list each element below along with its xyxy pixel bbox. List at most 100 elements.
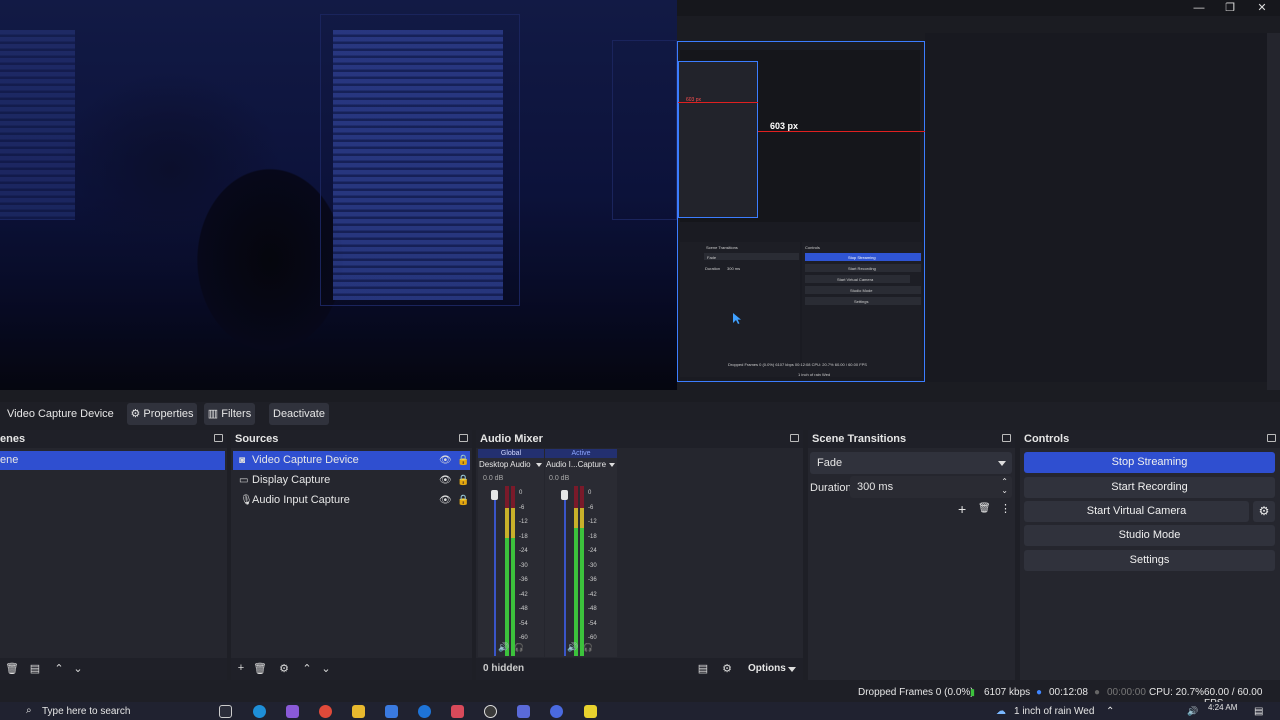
mouse-cursor-icon <box>733 313 741 324</box>
studio-mode-button[interactable]: Studio Mode <box>1024 525 1275 546</box>
settings-button[interactable]: Settings <box>1024 550 1275 571</box>
eye-icon[interactable]: 👁 <box>439 451 452 470</box>
undock-icon[interactable] <box>214 434 223 442</box>
undock-icon[interactable] <box>1002 434 1011 442</box>
headphones-icon[interactable]: 🎧 <box>583 643 593 652</box>
stepper-down-icon[interactable]: ⌄ <box>1001 480 1008 502</box>
stop-streaming-button[interactable]: Stop Streaming <box>1024 452 1275 473</box>
stream-time: 00:12:08 <box>1049 687 1088 698</box>
os-taskbar: ⌕ Type here to search ☁ 1 inch of rain W… <box>0 702 1280 720</box>
chevron-down-icon[interactable]: ⌄ <box>71 662 85 675</box>
duration-input[interactable]: 300 ms ⌃ ⌄ <box>850 476 1012 498</box>
volume-icon[interactable]: 🔊 <box>1187 706 1198 717</box>
channel-name[interactable]: Audio I...Capture <box>546 460 606 469</box>
undock-icon[interactable] <box>459 434 468 442</box>
volume-slider-handle[interactable] <box>561 490 568 500</box>
channel-name[interactable]: Desktop Audio <box>479 460 531 469</box>
preview-scrollbar[interactable] <box>1267 33 1280 390</box>
nested-controls-title: Controls <box>805 245 820 250</box>
file-explorer-icon[interactable] <box>352 705 365 718</box>
chevron-down-icon[interactable] <box>609 463 615 467</box>
taskbar-search[interactable]: Type here to search <box>42 706 130 717</box>
eye-icon[interactable]: 👁 <box>439 491 452 510</box>
window-titlebar: — ❐ ✕ <box>677 0 1280 16</box>
gear-icon[interactable]: ⚙ <box>277 662 291 675</box>
lock-icon[interactable]: 🔒 <box>457 471 469 490</box>
volume-slider-track[interactable] <box>564 490 566 656</box>
speaker-icon[interactable]: 🔊 <box>498 642 509 653</box>
nested-duration: Duration <box>705 266 721 271</box>
undock-icon[interactable] <box>790 434 799 442</box>
start-virtual-camera-button[interactable]: Start Virtual Camera <box>1024 501 1249 522</box>
chevron-down-icon[interactable] <box>536 463 542 467</box>
plus-icon[interactable]: + <box>958 501 966 517</box>
chevron-down-icon[interactable]: ⌄ <box>319 662 333 675</box>
mail-icon[interactable] <box>418 705 431 718</box>
mixer-channel-desktop: Global Desktop Audio 0.0 dB 0 -6 -12 -18 -24… <box>478 449 544 657</box>
filters-button[interactable]: ▥ Filters <box>204 403 255 425</box>
trash-icon[interactable]: 🗑 <box>978 503 991 514</box>
lock-icon[interactable]: 🔒 <box>457 491 469 510</box>
minimize-button[interactable]: — <box>1184 1 1214 15</box>
lock-icon[interactable]: 🔒 <box>457 451 469 470</box>
tray-chevron-icon[interactable]: ⌃ <box>1106 706 1114 717</box>
chevron-up-icon[interactable]: ⌃ <box>52 662 66 675</box>
source-label: Video Capture Device <box>252 454 359 466</box>
filter-icon[interactable]: ▤ <box>28 662 42 675</box>
source-label: Display Capture <box>252 474 331 486</box>
nested-taskbar: 1 inch of rain Wed <box>798 372 831 377</box>
record-time: 00:00:00 <box>1107 687 1146 698</box>
options-button[interactable]: Options <box>748 663 786 674</box>
chrome-icon[interactable] <box>319 705 332 718</box>
store-icon[interactable] <box>385 705 398 718</box>
scene-item[interactable]: ene <box>0 451 225 470</box>
source-item-audio-input[interactable]: 🎙 Audio Input Capture 👁 🔒 <box>233 491 470 510</box>
preview-empty-area <box>925 33 1267 382</box>
chevron-up-icon[interactable]: ⌃ <box>300 662 314 675</box>
weather-text[interactable]: 1 inch of rain Wed <box>1014 706 1094 717</box>
mixer-channel-audio-input: Active Audio I...Capture 0.0 dB 0 -6 -12 -1… <box>545 449 617 657</box>
task-view-icon[interactable] <box>219 705 232 718</box>
source-item-video-capture[interactable]: ◙ Video Capture Device 👁 🔒 <box>233 451 470 470</box>
more-options-icon[interactable]: ⋮ <box>1000 502 1011 515</box>
scenes-dock: enes ene 🗑 ▤ ⌃ ⌄ <box>0 430 227 680</box>
preview-canvas[interactable]: — ❐ ✕ Scene Transitions Controls Fade Du… <box>0 0 1280 402</box>
chevron-down-icon[interactable] <box>788 667 796 672</box>
speaker-icon[interactable]: 🔊 <box>567 642 578 653</box>
properties-button[interactable]: ⚙ Properties <box>127 403 197 425</box>
restore-button[interactable]: ❐ <box>1215 1 1245 15</box>
headphones-icon[interactable]: 🎧 <box>514 643 524 652</box>
sticky-notes-icon[interactable] <box>584 705 597 718</box>
app-icon[interactable] <box>517 705 530 718</box>
obs-icon[interactable] <box>484 705 497 718</box>
trash-icon[interactable]: 🗑 <box>5 662 19 675</box>
plus-icon[interactable]: + <box>234 662 248 674</box>
volume-slider-track[interactable] <box>494 490 496 656</box>
nested-settings: Settings <box>854 299 869 304</box>
notification-icon[interactable]: ▤ <box>1254 706 1263 717</box>
clock[interactable]: 4:24 AM <box>1208 703 1237 712</box>
edge-icon[interactable] <box>253 705 266 718</box>
eye-icon[interactable]: 👁 <box>439 471 452 490</box>
layout-icon[interactable]: ▤ <box>696 662 710 675</box>
search-icon[interactable]: ⌕ <box>26 705 32 716</box>
close-button[interactable]: ✕ <box>1247 1 1277 15</box>
app-icon[interactable] <box>451 705 464 718</box>
copilot-icon[interactable] <box>286 705 299 718</box>
undock-icon[interactable] <box>1267 434 1276 442</box>
window-frame <box>320 14 520 306</box>
scene-transitions-dock: Scene Transitions Fade Duration 300 ms ⌃… <box>808 430 1015 680</box>
source-item-display-capture[interactable]: ▭ Display Capture 👁 🔒 <box>233 471 470 490</box>
virtual-camera-settings-button[interactable]: ⚙ <box>1253 501 1275 522</box>
app-icon[interactable] <box>550 705 563 718</box>
filters-icon: ▥ <box>207 408 219 420</box>
dropped-frames: Dropped Frames 0 (0.0%) <box>858 687 974 698</box>
volume-slider-handle[interactable] <box>491 490 498 500</box>
channel-badge: Active <box>545 449 617 458</box>
trash-icon[interactable]: 🗑 <box>253 662 267 675</box>
gear-icon[interactable]: ⚙ <box>720 662 734 675</box>
scenes-title: enes <box>0 430 227 448</box>
deactivate-button[interactable]: Deactivate <box>269 403 329 425</box>
transition-select[interactable]: Fade <box>810 452 1012 474</box>
start-recording-button[interactable]: Start Recording <box>1024 477 1275 498</box>
